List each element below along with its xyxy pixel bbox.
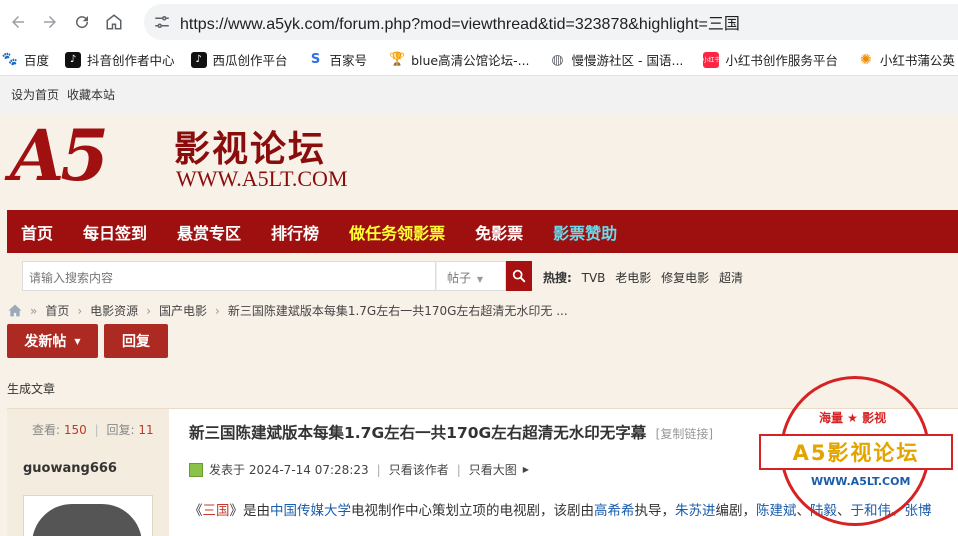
nav-home[interactable]: 首页 (21, 220, 53, 244)
search-button[interactable] (506, 261, 532, 291)
nav-daily-checkin[interactable]: 每日签到 (83, 220, 147, 244)
watermark-top: 海量 ★ 影视 (819, 411, 887, 425)
avatar-image (32, 504, 142, 536)
body-link[interactable]: 三国 (203, 503, 230, 519)
reload-icon[interactable] (66, 6, 98, 38)
nav-tasks[interactable]: 做任务领影票 (349, 220, 445, 244)
new-post-button[interactable]: 发新帖 ▼ (7, 324, 98, 358)
hot-search-tvb[interactable]: TVB (582, 271, 606, 285)
set-homepage-link[interactable]: 设为首页 (11, 86, 59, 103)
body-link[interactable]: 陈建斌 (756, 503, 797, 519)
watermark-main: A5影视论坛 (759, 434, 953, 470)
bookmark-baijiahao[interactable]: S 百家号 (308, 50, 376, 69)
search-type-select[interactable]: 帖子 ▼ (436, 261, 506, 291)
avatar[interactable] (23, 495, 153, 536)
main-nav: 首页 每日签到 悬赏专区 排行榜 做任务领影票 免影票 影票赞助 (7, 210, 958, 253)
baijiahao-icon: S (310, 52, 321, 67)
post-meta: 发表于 2024-7-14 07:28:23 | 只看该作者 | 只看大图 ▶ (189, 461, 529, 478)
search-row: 请输入搜索内容 帖子 ▼ 热搜: TVB 老电影 修复电影 超清 (22, 261, 958, 291)
post-stats: 查看: 150 | 回复: 11 (32, 423, 154, 437)
forum-page: 设为首页 收藏本站 A5 影视论坛 WWW.A5LT.COM 首页 每日签到 悬… (0, 76, 958, 536)
view-count: 150 (63, 423, 87, 437)
body-text: 编剧， (715, 503, 757, 519)
body-link[interactable]: 张博 (905, 503, 932, 519)
caret-down-icon: ▼ (74, 336, 81, 346)
search-icon (512, 269, 526, 283)
chevron-down-icon: ▼ (476, 275, 483, 284)
reply-button[interactable]: 回复 (104, 324, 168, 358)
post-sidebar: 查看: 150 | 回复: 11 guowang666 (7, 409, 169, 536)
globe-icon: ◍ (551, 51, 564, 68)
search-input[interactable]: 请输入搜索内容 (22, 261, 436, 291)
watermark-url: WWW.A5LT.COM (811, 475, 911, 488)
address-bar[interactable]: https://www.a5yk.com/forum.php?mod=viewt… (144, 4, 958, 40)
body-link[interactable]: 中国传媒大学 (270, 503, 351, 519)
forward-icon[interactable] (34, 6, 66, 38)
bookmark-manmanyou[interactable]: ◍ 慢慢游社区 - 国语... (550, 50, 692, 69)
bookmark-site-link[interactable]: 收藏本站 (67, 86, 115, 103)
logo-url: WWW.A5LT.COM (176, 166, 348, 191)
home-icon[interactable] (8, 304, 22, 317)
author-name[interactable]: guowang666 (23, 461, 117, 476)
generate-article-link[interactable]: 生成文章 (7, 380, 55, 397)
bookmark-pugongying[interactable]: ✺ 小红书蒲公英 (858, 50, 958, 69)
reply-count: 11 (138, 423, 154, 437)
site-logo[interactable]: A5 影视论坛 WWW.A5LT.COM (8, 118, 348, 194)
xiaohongshu-icon: 小红书 (702, 51, 720, 68)
browser-toolbar: https://www.a5yk.com/forum.php?mod=viewt… (0, 0, 958, 44)
nav-ranking[interactable]: 排行榜 (271, 220, 319, 244)
trophy-icon: 🏆 (388, 52, 406, 67)
hot-search-old-movies[interactable]: 老电影 (615, 271, 651, 285)
body-text: 执导， (634, 503, 676, 519)
douyin-icon: ♪ (65, 51, 82, 68)
post-title: 新三国陈建斌版本每集1.7G左右一共170G左右超清无水印无字幕 [复制链接] (189, 424, 714, 442)
hot-search-restored[interactable]: 修复电影 (661, 271, 709, 285)
breadcrumb-movies[interactable]: 电影资源 (90, 302, 138, 319)
back-icon[interactable] (2, 6, 34, 38)
only-big-images-link[interactable]: 只看大图 (469, 461, 517, 478)
home-icon[interactable] (98, 6, 130, 38)
copy-link[interactable]: [复制链接] (656, 427, 713, 441)
bookmark-xigua[interactable]: ♪ 西瓜创作平台 (190, 50, 296, 69)
breadcrumb: » 首页 › 电影资源 › 国产电影 › 新三国陈建斌版本每集1.7G左右一共1… (8, 302, 568, 319)
url-text: https://www.a5yk.com/forum.php?mod=viewt… (180, 16, 740, 33)
breadcrumb-home[interactable]: 首页 (45, 302, 69, 319)
body-link[interactable]: 朱苏进 (675, 503, 716, 519)
breadcrumb-current[interactable]: 新三国陈建斌版本每集1.7G左右一共170G左右超清无水印无 ... (228, 302, 568, 319)
body-text: 《 (189, 503, 203, 519)
only-author-link[interactable]: 只看该作者 (389, 461, 449, 478)
hot-label: 热搜: (543, 271, 572, 285)
nav-free-tickets[interactable]: 免影票 (475, 220, 523, 244)
bookmark-douyin-creator[interactable]: ♪ 抖音创作者中心 (65, 50, 183, 69)
body-text: 电视制作中心策划立项的电视剧，该剧由 (351, 503, 594, 519)
dandelion-icon: ✺ (860, 51, 872, 68)
logo-mark: A5 (10, 114, 109, 197)
logo-name: 影视论坛 (174, 128, 327, 170)
watermark-stamp: 海量 ★ 影视 A5影视论坛 WWW.A5LT.COM (759, 376, 953, 526)
baidu-icon: 🐾 (1, 52, 19, 67)
breadcrumb-domestic[interactable]: 国产电影 (159, 302, 207, 319)
nav-bounty[interactable]: 悬赏专区 (177, 220, 241, 244)
top-links-bar: 设为首页 收藏本站 (0, 76, 958, 114)
body-text: 》是由 (229, 503, 271, 519)
body-link[interactable]: 高希希 (594, 503, 635, 519)
bookmarks-bar: 🐾 百度 ♪ 抖音创作者中心 ♪ 西瓜创作平台 S 百家号 🏆 blue高清公馆… (0, 44, 958, 76)
author-online-icon (189, 462, 203, 477)
hot-searches: 热搜: TVB 老电影 修复电影 超清 (543, 269, 743, 286)
bookmark-xiaohongshu[interactable]: 小红书 小红书创作服务平台 (702, 50, 846, 69)
bookmark-baidu[interactable]: 🐾 百度 (2, 50, 57, 69)
hot-search-hd[interactable]: 超清 (719, 271, 743, 285)
post-date: 发表于 2024-7-14 07:28:23 (209, 463, 369, 477)
bookmark-blue-forum[interactable]: 🏆 blue高清公馆论坛-... (389, 50, 537, 69)
caret-right-icon: ▶ (522, 465, 529, 474)
douyin-icon: ♪ (190, 51, 207, 68)
nav-sponsor[interactable]: 影票赞助 (553, 220, 617, 244)
site-info-icon[interactable] (146, 13, 178, 31)
